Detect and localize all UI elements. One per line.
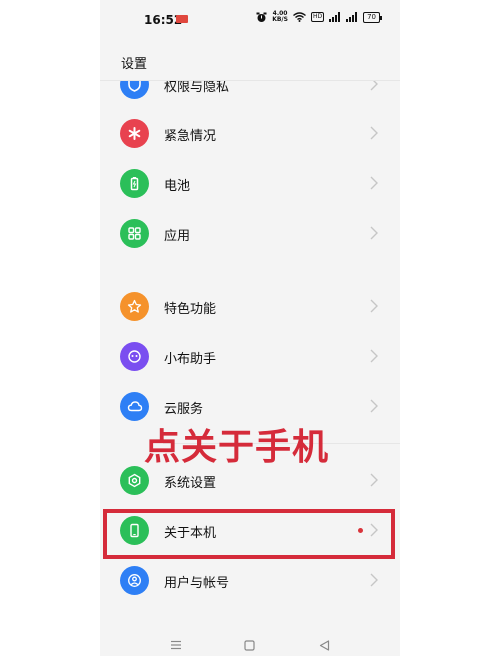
signal-icon — [329, 12, 341, 22]
battery-icon — [120, 169, 149, 198]
settings-item-apps[interactable]: 应用 — [100, 208, 400, 258]
user-icon — [120, 566, 149, 595]
status-bar: 16:52 4.00 KB/S HD 70 — [100, 0, 400, 38]
chevron-right-icon — [370, 573, 378, 587]
chevron-right-icon — [370, 299, 378, 313]
shield-icon — [120, 81, 149, 99]
chevron-right-icon — [370, 176, 378, 190]
settings-item-label: 权限与隐私 — [164, 81, 230, 95]
settings-item-emergency[interactable]: 紧急情况 — [100, 108, 400, 158]
settings-item-label: 小布助手 — [164, 352, 217, 367]
highlight-box — [103, 509, 395, 559]
page-title: 设置 — [121, 57, 148, 72]
alarm-icon — [256, 12, 267, 23]
notification-badge — [176, 15, 188, 23]
cloud-icon — [120, 392, 149, 421]
gear-icon — [120, 466, 149, 495]
signal-icon — [346, 12, 358, 22]
settings-item-assistant[interactable]: 小布助手 — [100, 331, 400, 381]
chevron-right-icon — [370, 399, 378, 413]
assistant-icon — [120, 342, 149, 371]
chevron-right-icon — [370, 226, 378, 240]
chevron-right-icon — [370, 473, 378, 487]
network-speed-unit: KB/S — [272, 16, 288, 23]
chevron-right-icon — [370, 349, 378, 363]
settings-item-battery[interactable]: 电池 — [100, 158, 400, 208]
settings-item-privacy[interactable]: 权限与隐私 — [100, 81, 400, 109]
grid-icon — [120, 219, 149, 248]
home-icon[interactable] — [244, 640, 255, 651]
settings-item-label: 用户与帐号 — [164, 576, 230, 591]
chevron-right-icon — [370, 81, 378, 91]
settings-item-label: 系统设置 — [164, 476, 217, 491]
chevron-right-icon — [370, 126, 378, 140]
settings-item-label: 特色功能 — [164, 302, 217, 317]
star-icon — [120, 292, 149, 321]
settings-item-label: 电池 — [164, 179, 191, 194]
hd-tag: HD — [310, 12, 325, 22]
status-icons: 4.00 KB/S HD 70 — [256, 11, 382, 23]
battery-indicator: 70 — [363, 11, 382, 23]
settings-item-accounts[interactable]: 用户与帐号 — [100, 555, 400, 605]
settings-item-label: 云服务 — [164, 402, 204, 417]
settings-item-features[interactable]: 特色功能 — [100, 281, 400, 331]
asterisk-icon — [120, 119, 149, 148]
settings-item-label: 应用 — [164, 229, 191, 244]
wifi-icon — [292, 12, 306, 22]
menu-icon[interactable] — [170, 640, 182, 650]
back-icon[interactable] — [319, 640, 330, 651]
network-speed: 4.00 KB/S — [272, 11, 288, 23]
navigation-bar — [100, 632, 400, 656]
settings-item-label: 紧急情况 — [164, 129, 217, 144]
instruction-overlay-text: 点关于手机 — [144, 427, 330, 468]
